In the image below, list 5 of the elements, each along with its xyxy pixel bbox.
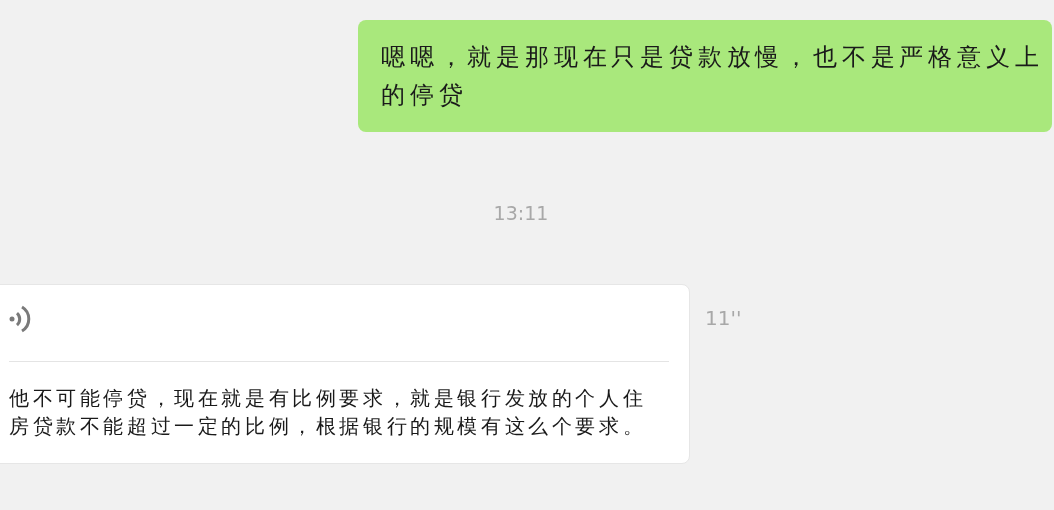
voice-duration: 11'' (705, 306, 742, 330)
timestamp: 13:11 (493, 202, 549, 224)
voice-icon[interactable] (9, 303, 31, 335)
message-bubble: 嗯嗯，就是那现在只是贷款放慢，也不是严格意义上的停贷 (358, 20, 1052, 132)
transcript-text: 他不可能停贷，现在就是有比例要求，就是银行发放的个人住房贷款不能超过一定的比例，根据银行的规模有这么个要求。 (9, 385, 648, 440)
